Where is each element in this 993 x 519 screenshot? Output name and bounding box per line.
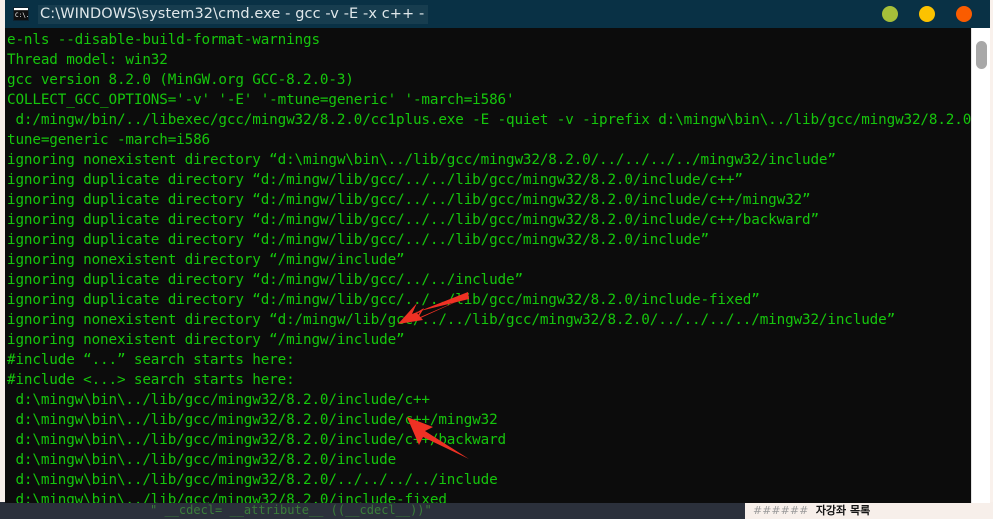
terminal-scrollbar[interactable] xyxy=(971,28,990,503)
terminal-line: d:\mingw\bin\../lib/gcc/mingw32/8.2.0/in… xyxy=(7,412,498,428)
terminal-line: Thread model: win32 xyxy=(7,52,168,68)
terminal-line: ignoring nonexistent directory “d:\mingw… xyxy=(7,152,836,168)
taskbar-hash-marks: ###### xyxy=(753,504,809,517)
terminal-output-area[interactable]: e-nls --disable-build-format-warnings Thr… xyxy=(5,28,971,503)
background-window-status-bar: " __cdecl= __attribute__ ((__cdecl__))" xyxy=(0,502,745,519)
cmd-icon-glyph: C:\. xyxy=(14,11,28,20)
terminal-line: ignoring duplicate directory “d:/mingw/l… xyxy=(7,212,819,228)
terminal-line: d:\mingw\bin\../lib/gcc/mingw32/8.2.0/..… xyxy=(7,472,498,488)
terminal-line: d:/mingw/bin/../libexec/gcc/mingw32/8.2.… xyxy=(7,112,971,128)
terminal-line: d:\mingw\bin\../lib/gcc/mingw32/8.2.0/in… xyxy=(7,392,430,408)
terminal-line: ignoring duplicate directory “d:/mingw/l… xyxy=(7,172,743,188)
taskbar-label: 자강좌 목록 xyxy=(815,504,871,517)
terminal-line: ignoring nonexistent directory “/mingw/i… xyxy=(7,252,405,268)
background-window-taskbar-item[interactable]: ###### 자강좌 목록 xyxy=(745,502,993,519)
maximize-button[interactable] xyxy=(919,6,935,22)
window-controls[interactable] xyxy=(882,0,972,28)
terminal-line: d:\mingw\bin\../lib/gcc/mingw32/8.2.0/in… xyxy=(7,452,397,468)
terminal-text: e-nls --disable-build-format-warnings Thr… xyxy=(7,30,971,503)
terminal-line: ignoring duplicate directory “d:/mingw/l… xyxy=(7,232,709,248)
terminal-scroll-thumb[interactable] xyxy=(976,41,987,69)
terminal-line: #include “...” search starts here: xyxy=(7,352,295,368)
cmd-titlebar[interactable]: C:\. C:\WINDOWS\system32\cmd.exe - gcc -… xyxy=(5,0,990,28)
minimize-button[interactable] xyxy=(882,6,898,22)
terminal-line: e-nls --disable-build-format-warnings xyxy=(7,32,320,48)
terminal-line: ignoring nonexistent directory “/mingw/i… xyxy=(7,332,405,348)
terminal-line: d:\mingw\bin\../lib/gcc/mingw32/8.2.0/in… xyxy=(7,492,447,503)
cmd-exe-icon: C:\. xyxy=(13,7,29,21)
terminal-line: ignoring nonexistent directory “d:/mingw… xyxy=(7,312,896,328)
terminal-line: ignoring duplicate directory “d:/mingw/l… xyxy=(7,192,811,208)
background-status-code: " __cdecl= __attribute__ ((__cdecl__))" xyxy=(150,503,432,517)
terminal-line: tune=generic -march=i586 xyxy=(7,132,210,148)
terminal-line: ignoring duplicate directory “d:/mingw/l… xyxy=(7,292,760,308)
cmd-window[interactable]: C:\. C:\WINDOWS\system32\cmd.exe - gcc -… xyxy=(5,0,993,503)
close-button[interactable] xyxy=(956,6,972,22)
window-title: C:\WINDOWS\system32\cmd.exe - gcc -v -E … xyxy=(38,4,429,24)
terminal-line: #include <...> search starts here: xyxy=(7,372,295,388)
terminal-line: COLLECT_GCC_OPTIONS='-v' '-E' '-mtune=ge… xyxy=(7,92,515,108)
terminal-line: d:\mingw\bin\../lib/gcc/mingw32/8.2.0/in… xyxy=(7,432,506,448)
terminal-line: gcc version 8.2.0 (MinGW.org GCC-8.2.0-3… xyxy=(7,72,354,88)
terminal-line: ignoring duplicate directory “d:/mingw/l… xyxy=(7,272,523,288)
